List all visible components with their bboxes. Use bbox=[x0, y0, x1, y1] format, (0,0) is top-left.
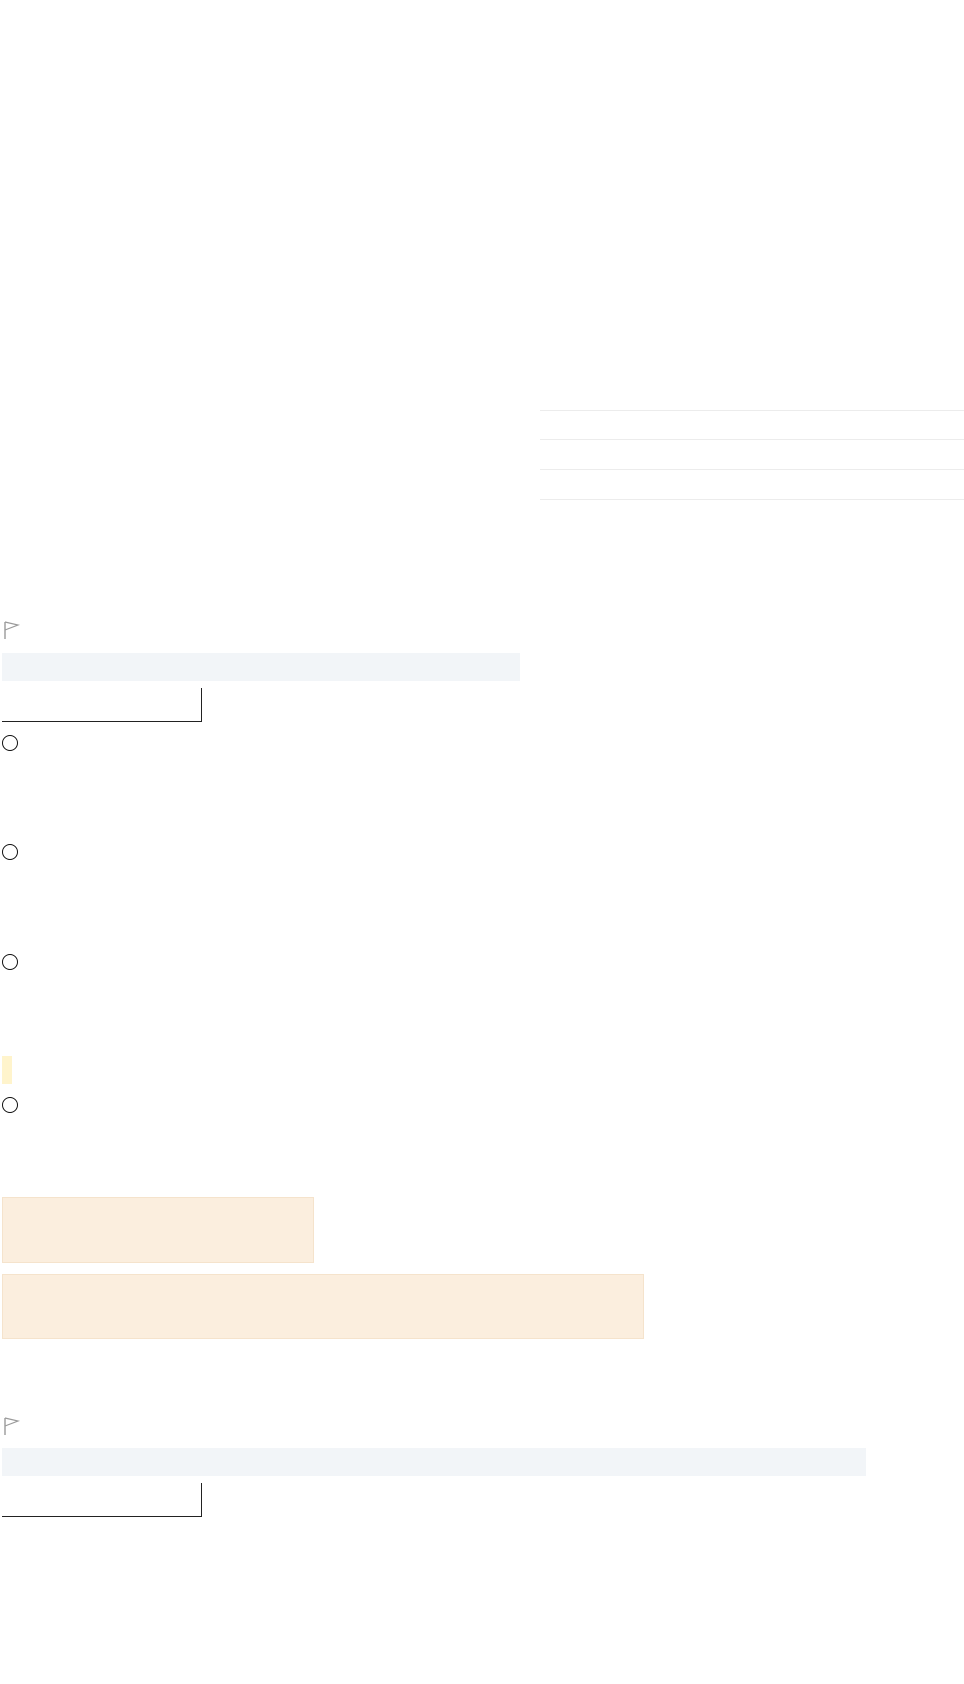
correct-answer-marker bbox=[2, 1056, 12, 1084]
flag-icon[interactable] bbox=[2, 620, 20, 640]
feedback-box bbox=[2, 1197, 314, 1263]
feedback-box bbox=[2, 1274, 644, 1339]
answer-input[interactable] bbox=[2, 1483, 202, 1517]
question-prompt bbox=[2, 653, 520, 681]
radio-button[interactable] bbox=[2, 735, 18, 751]
radio-button[interactable] bbox=[2, 844, 18, 860]
option-4[interactable] bbox=[2, 1095, 28, 1115]
radio-button[interactable] bbox=[2, 954, 18, 970]
reference-table bbox=[540, 410, 964, 500]
option-2[interactable] bbox=[2, 842, 28, 862]
question-prompt bbox=[2, 1448, 866, 1476]
table-row bbox=[540, 440, 964, 470]
answer-input[interactable] bbox=[2, 688, 202, 722]
option-1[interactable] bbox=[2, 733, 28, 753]
option-3[interactable] bbox=[2, 952, 28, 972]
flag-icon[interactable] bbox=[2, 1416, 20, 1436]
table-row bbox=[540, 470, 964, 500]
radio-button[interactable] bbox=[2, 1097, 18, 1113]
table-row bbox=[540, 410, 964, 440]
